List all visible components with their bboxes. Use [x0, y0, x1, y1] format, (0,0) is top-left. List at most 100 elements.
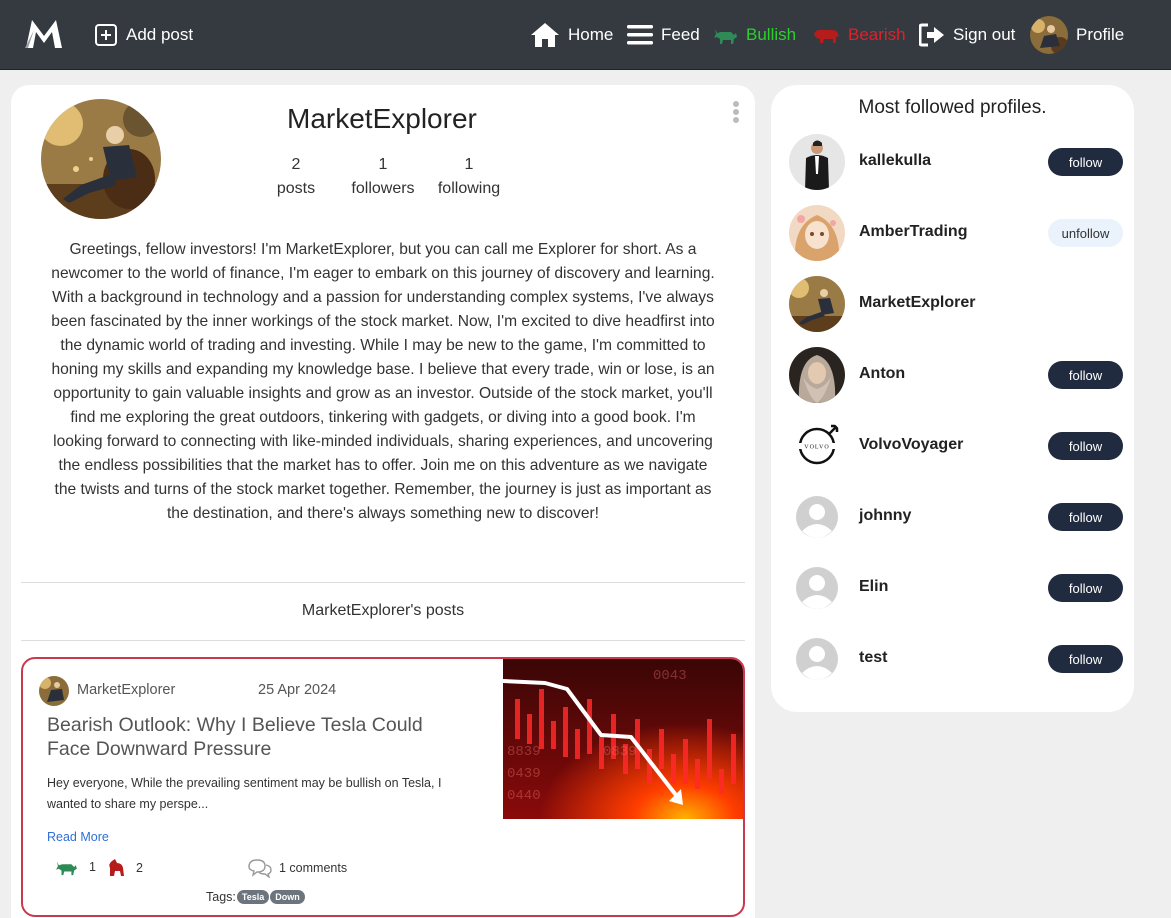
most-followed-sidebar: Most followed profiles. kallekulla follo…	[771, 85, 1134, 712]
stat-posts-label: posts	[276, 180, 316, 197]
sidebar-profile-name[interactable]: Anton	[859, 365, 905, 383]
follow-button[interactable]: follow	[1048, 645, 1123, 673]
divider	[21, 640, 745, 641]
bull-icon	[56, 861, 77, 876]
stat-following-value: 1	[464, 156, 474, 173]
svg-text:0440: 0440	[507, 788, 541, 804]
follow-button[interactable]: follow	[1048, 361, 1123, 389]
default-avatar-icon[interactable]	[789, 560, 845, 616]
profile-avatar	[41, 99, 161, 219]
sidebar-profile-name[interactable]: kallekulla	[859, 152, 931, 170]
navbar: Add post Home Feed Bullish Bearish Sign	[0, 0, 1171, 70]
nav-add-post[interactable]: Add post	[94, 0, 193, 70]
post-author[interactable]: MarketExplorer	[77, 682, 175, 698]
sign-out-icon	[919, 23, 944, 47]
svg-text:0839: 0839	[603, 744, 637, 760]
nav-profile-label: Profile	[1076, 25, 1125, 44]
nav-bullish[interactable]: Bullish	[712, 0, 796, 70]
profile-bio: Greetings, fellow investors! I'm MarketE…	[51, 241, 715, 522]
sidebar-profile-name[interactable]: AmberTrading	[859, 223, 967, 241]
svg-text:0439: 0439	[507, 766, 541, 782]
profile-username: MarketExplorer	[287, 103, 477, 134]
nav-bearish[interactable]: Bearish	[812, 0, 906, 70]
stat-posts: 2 posts	[266, 153, 326, 201]
nav-sign-out[interactable]: Sign out	[919, 0, 1015, 70]
bull-icon	[714, 29, 737, 44]
default-avatar-icon[interactable]	[789, 631, 845, 687]
post-image: 8839 0439 0440 0839 0043	[502, 659, 743, 819]
sidebar-profile-row: johnny follow	[789, 489, 1123, 545]
home-icon	[531, 23, 559, 47]
svg-text:0043: 0043	[653, 668, 687, 684]
nav-feed-label: Feed	[661, 25, 700, 44]
follow-button[interactable]: follow	[1048, 148, 1123, 176]
follow-button[interactable]: follow	[1048, 574, 1123, 602]
menu-icon	[627, 25, 653, 45]
bear-icon	[109, 859, 124, 876]
stat-followers[interactable]: 1 followers	[343, 153, 423, 201]
post-date: 25 Apr 2024	[258, 682, 337, 698]
svg-text:VOLVO: VOLVO	[804, 445, 829, 451]
tag-badge[interactable]: Down	[270, 890, 305, 904]
stat-followers-label: followers	[351, 180, 415, 197]
more-options-icon[interactable]	[731, 101, 741, 129]
sidebar-profile-row: VOLVO VolvoVoyager follow	[789, 418, 1123, 474]
stat-followers-value: 1	[378, 156, 388, 173]
sidebar-profile-name[interactable]: VolvoVoyager	[859, 436, 963, 454]
post-excerpt: Hey everyone, While the prevailing senti…	[47, 776, 442, 811]
nav-profile[interactable]: Profile	[1030, 0, 1124, 70]
bull-vote-count: 1	[89, 860, 96, 874]
sidebar-profile-row: kallekulla follow	[789, 134, 1123, 190]
nav-add-post-label: Add post	[126, 25, 194, 44]
comments-count: 1 comments	[279, 861, 348, 875]
unfollow-button[interactable]: unfollow	[1048, 219, 1123, 247]
sidebar-profile-name[interactable]: test	[859, 649, 887, 667]
post-tags: Tags: Tesla Down	[206, 890, 305, 904]
nav-home[interactable]: Home	[530, 0, 613, 70]
posts-heading: MarketExplorer's posts	[301, 602, 465, 619]
comments-button[interactable]: 1 comments	[247, 858, 347, 878]
follow-button[interactable]: follow	[1048, 432, 1123, 460]
avatar[interactable]	[789, 347, 845, 403]
sidebar-profile-name[interactable]: Elin	[859, 578, 888, 596]
stat-posts-value: 2	[291, 156, 301, 173]
nav-home-label: Home	[568, 25, 614, 44]
divider	[21, 582, 745, 583]
sidebar-profile-row: AmberTrading unfollow	[789, 205, 1123, 261]
stat-following[interactable]: 1 following	[431, 153, 507, 201]
sidebar-profile-row: Elin follow	[789, 560, 1123, 616]
sidebar-profile-name[interactable]: MarketExplorer	[859, 294, 976, 312]
tags-label: Tags:	[206, 890, 236, 904]
follow-button[interactable]: follow	[1048, 503, 1123, 531]
bear-vote-count: 2	[136, 861, 143, 875]
read-more-link[interactable]: Read More	[47, 830, 109, 844]
avatar[interactable]	[789, 276, 845, 332]
default-avatar-icon[interactable]	[789, 489, 845, 545]
sidebar-profile-row: MarketExplorer	[789, 276, 1123, 332]
avatar[interactable]	[789, 134, 845, 190]
comments-icon	[248, 859, 272, 878]
bear-vote-button[interactable]: 2	[106, 858, 143, 878]
post-author-avatar[interactable]	[39, 676, 69, 706]
nav-bearish-label: Bearish	[848, 25, 906, 44]
nav-sign-out-label: Sign out	[953, 25, 1016, 44]
site-logo[interactable]	[24, 16, 64, 50]
profile-card: MarketExplorer 2 posts 1 followers 1 fol…	[11, 85, 755, 918]
nav-feed[interactable]: Feed	[627, 0, 700, 70]
post-card[interactable]: MarketExplorer 25 Apr 2024 Bearish Outlo…	[21, 657, 745, 917]
sidebar-profile-row: test follow	[789, 631, 1123, 687]
tag-badge[interactable]: Tesla	[236, 890, 270, 904]
avatar[interactable]: VOLVO	[789, 418, 845, 474]
stat-following-label: following	[437, 180, 501, 197]
post-title[interactable]: Bearish Outlook: Why I Believe Tesla Cou…	[47, 713, 467, 761]
avatar	[1030, 16, 1068, 54]
avatar[interactable]	[789, 205, 845, 261]
sidebar-title: Most followed profiles.	[858, 97, 1047, 118]
nav-bullish-label: Bullish	[746, 25, 797, 44]
bull-vote-button[interactable]: 1	[53, 858, 96, 876]
svg-text:8839: 8839	[507, 744, 541, 760]
bear-icon	[814, 29, 839, 43]
sidebar-profile-name[interactable]: johnny	[859, 507, 911, 525]
sidebar-profile-row: Anton follow	[789, 347, 1123, 403]
plus-square-icon	[95, 24, 117, 46]
